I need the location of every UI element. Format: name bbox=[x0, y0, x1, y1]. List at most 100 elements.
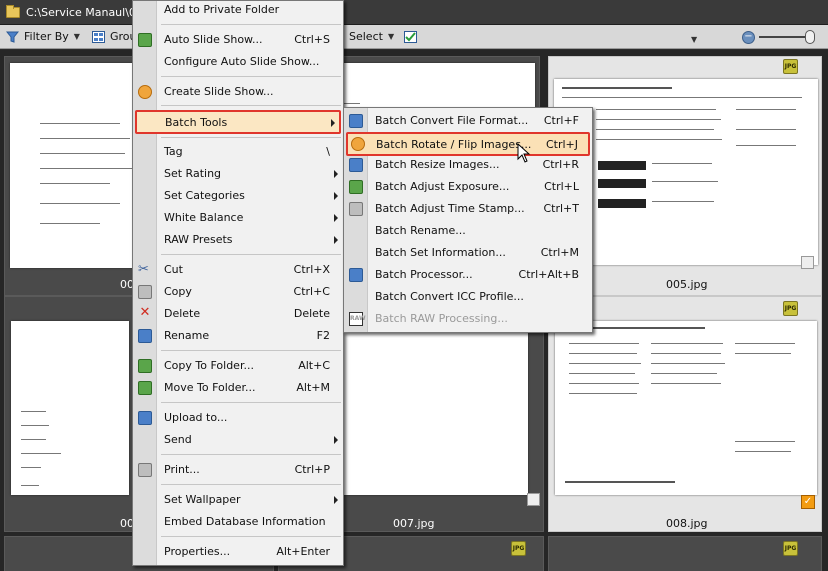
jpg-badge-icon: JPG bbox=[783, 541, 798, 556]
thumbnail-image bbox=[11, 321, 129, 495]
raw-icon: RAW bbox=[349, 312, 366, 326]
mouse-cursor-icon bbox=[517, 143, 531, 163]
menu-item-create-slide-show[interactable]: Create Slide Show... bbox=[134, 81, 342, 103]
batch-tools-submenu: Batch Convert File Format... Ctrl+F Batc… bbox=[343, 107, 593, 333]
menu-item-raw-presets[interactable]: RAW Presets bbox=[134, 229, 342, 251]
menu-item-set-rating[interactable]: Set Rating bbox=[134, 163, 342, 185]
filter-by-button[interactable]: Filter By ▼ bbox=[0, 25, 86, 49]
menu-item-batch-tools[interactable]: Batch Tools bbox=[135, 110, 341, 134]
menu-separator bbox=[161, 76, 341, 77]
menu-item-configure-slide-show[interactable]: Configure Auto Slide Show... bbox=[134, 51, 342, 73]
select-checkbox[interactable] bbox=[527, 493, 540, 506]
menu-item-send[interactable]: Send bbox=[134, 429, 342, 451]
submenu-arrow-icon bbox=[334, 192, 338, 200]
menu-item-batch-processor[interactable]: Batch Processor... Ctrl+Alt+B bbox=[345, 264, 591, 286]
thumbnail-filename: 007.jpg bbox=[393, 517, 435, 530]
zoom-track[interactable] bbox=[759, 36, 809, 38]
copy-icon bbox=[138, 285, 152, 299]
checkbox-icon bbox=[404, 30, 417, 43]
menu-item-set-wallpaper[interactable]: Set Wallpaper bbox=[134, 489, 342, 511]
convert-icon bbox=[349, 114, 363, 128]
upload-icon bbox=[138, 411, 152, 425]
menu-item-upload-to[interactable]: Upload to... bbox=[134, 407, 342, 429]
menu-item-copy-to-folder[interactable]: Copy To Folder... Alt+C bbox=[134, 355, 342, 377]
zoom-slider[interactable]: − bbox=[738, 25, 828, 49]
chevron-down-icon[interactable]: ▼ bbox=[691, 35, 697, 44]
path-label: C:\Service Manaul\05 bbox=[26, 5, 143, 19]
title-bar: C:\Service Manaul\05 bbox=[0, 0, 828, 25]
menu-item-batch-convert-icc[interactable]: Batch Convert ICC Profile... bbox=[345, 286, 591, 308]
menu-item-set-categories[interactable]: Set Categories bbox=[134, 185, 342, 207]
menu-item-batch-set-information[interactable]: Batch Set Information... Ctrl+M bbox=[345, 242, 591, 264]
toolbar: Filter By ▼ Grou Select ▼ ▼ − bbox=[0, 25, 828, 49]
submenu-arrow-icon bbox=[334, 436, 338, 444]
scissors-icon: ✂ bbox=[138, 262, 149, 277]
resize-icon bbox=[349, 158, 363, 172]
slideshow-icon bbox=[138, 33, 152, 47]
menu-item-add-to-private-folder[interactable]: Add to Private Folder bbox=[134, 0, 342, 21]
thumbnail-cell[interactable]: JPG bbox=[548, 536, 822, 571]
submenu-arrow-icon bbox=[334, 170, 338, 178]
thumbnail-image bbox=[343, 321, 528, 495]
menu-item-batch-adjust-timestamp[interactable]: Batch Adjust Time Stamp... Ctrl+T bbox=[345, 198, 591, 220]
filter-icon bbox=[6, 31, 19, 43]
menu-item-print[interactable]: Print... Ctrl+P bbox=[134, 459, 342, 481]
copy-to-folder-icon bbox=[138, 359, 152, 373]
delete-icon: ✕ bbox=[139, 305, 151, 320]
printer-icon bbox=[138, 463, 152, 477]
menu-separator bbox=[161, 24, 341, 25]
folder-icon bbox=[6, 4, 20, 18]
jpg-badge-icon: JPG bbox=[783, 301, 798, 316]
submenu-arrow-icon bbox=[331, 119, 335, 127]
menu-item-batch-raw-processing: RAW Batch RAW Processing... bbox=[349, 312, 508, 326]
menu-separator bbox=[161, 536, 341, 537]
rating-check-icon[interactable]: ✓ bbox=[801, 495, 815, 509]
menu-item-delete[interactable]: ✕ Delete Delete bbox=[134, 303, 342, 325]
menu-item-white-balance[interactable]: White Balance bbox=[134, 207, 342, 229]
filter-by-label: Filter By bbox=[24, 30, 69, 43]
menu-item-properties[interactable]: Properties... Alt+Enter bbox=[134, 541, 342, 563]
menu-item-batch-rotate-flip[interactable]: Batch Rotate / Flip Images... Ctrl+J bbox=[346, 132, 590, 156]
thumbnail-image bbox=[555, 321, 817, 495]
chevron-down-icon: ▼ bbox=[73, 32, 80, 41]
submenu-arrow-icon bbox=[334, 496, 338, 504]
jpg-badge-icon: JPG bbox=[511, 541, 526, 556]
menu-item-cut[interactable]: ✂ Cut Ctrl+X bbox=[134, 259, 342, 281]
rename-icon bbox=[138, 329, 152, 343]
select-checkbox[interactable] bbox=[801, 256, 814, 269]
menu-item-batch-convert-format[interactable]: Batch Convert File Format... Ctrl+F bbox=[345, 110, 591, 132]
menu-separator bbox=[161, 350, 341, 351]
select-label: Select bbox=[349, 30, 383, 43]
group-icon bbox=[91, 30, 105, 43]
menu-item-move-to-folder[interactable]: Move To Folder... Alt+M bbox=[134, 377, 342, 399]
timestamp-icon bbox=[349, 202, 363, 216]
menu-item-embed-database-info[interactable]: Embed Database Information bbox=[134, 511, 342, 533]
zoom-out-icon[interactable]: − bbox=[742, 30, 755, 44]
thumbnail-filename: 005.jpg bbox=[666, 278, 708, 291]
zoom-knob[interactable] bbox=[805, 30, 815, 44]
context-menu: Add to Private Folder Auto Slide Show...… bbox=[132, 0, 344, 566]
select-button[interactable]: Select ▼ bbox=[343, 25, 400, 49]
menu-separator bbox=[161, 402, 341, 403]
menu-item-copy[interactable]: Copy Ctrl+C bbox=[134, 281, 342, 303]
move-to-folder-icon bbox=[138, 381, 152, 395]
layers-icon bbox=[349, 268, 363, 282]
menu-item-auto-slide-show[interactable]: Auto Slide Show... Ctrl+S bbox=[134, 29, 342, 51]
menu-separator bbox=[161, 137, 341, 138]
thumbnail-image bbox=[554, 79, 818, 265]
submenu-arrow-icon bbox=[334, 236, 338, 244]
rotate-icon bbox=[351, 137, 365, 151]
exposure-icon bbox=[349, 180, 363, 194]
check-all-button[interactable] bbox=[398, 25, 428, 49]
create-slideshow-icon bbox=[138, 85, 152, 99]
menu-item-batch-adjust-exposure[interactable]: Batch Adjust Exposure... Ctrl+L bbox=[345, 176, 591, 198]
jpg-badge-icon: JPG bbox=[783, 59, 798, 74]
menu-item-batch-rename[interactable]: Batch Rename... bbox=[345, 220, 591, 242]
menu-separator bbox=[161, 254, 341, 255]
menu-separator bbox=[161, 105, 341, 106]
menu-item-rename[interactable]: Rename F2 bbox=[134, 325, 342, 347]
menu-item-tag[interactable]: Tag \ bbox=[134, 141, 342, 163]
menu-item-batch-resize[interactable]: Batch Resize Images... Ctrl+R bbox=[345, 154, 591, 176]
submenu-arrow-icon bbox=[334, 214, 338, 222]
menu-separator bbox=[161, 484, 341, 485]
